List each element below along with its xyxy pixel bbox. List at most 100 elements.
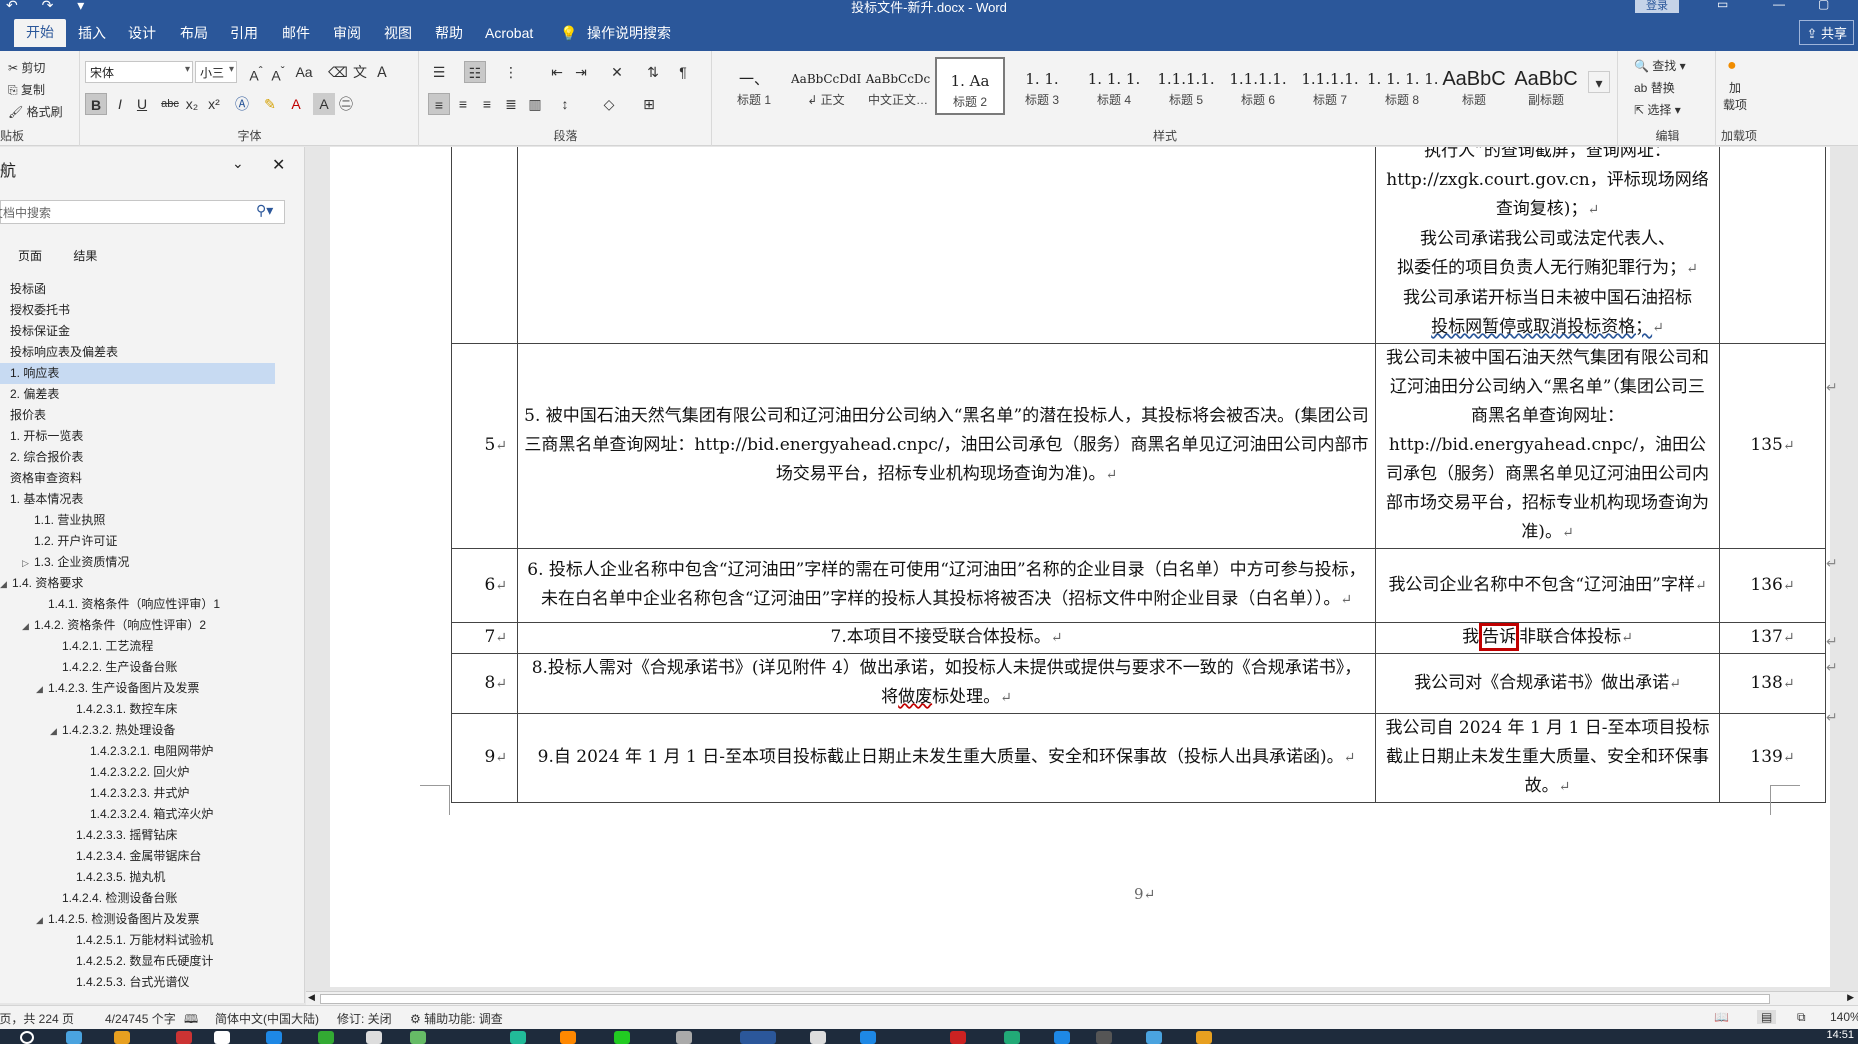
font-name-combo[interactable]: 宋体: [85, 61, 193, 83]
tab-design[interactable]: 设计: [128, 23, 156, 51]
row-number[interactable]: 5↵: [451, 343, 518, 549]
underline-icon[interactable]: U: [131, 93, 153, 115]
response-cell[interactable]: 我告诉 非联合体投标↵: [1375, 622, 1720, 654]
replace-button[interactable]: ab 替换: [1634, 79, 1675, 96]
app-icon[interactable]: [366, 1031, 382, 1044]
increase-indent-icon[interactable]: ⇥: [570, 61, 592, 83]
expand-toggle-icon[interactable]: ◢: [22, 616, 34, 636]
find-button[interactable]: 🔍 查找 ▾: [1634, 57, 1686, 74]
copy-button[interactable]: ⎘ 复制: [8, 81, 45, 98]
borders-icon[interactable]: ⊞: [638, 93, 660, 115]
styles-more-icon[interactable]: ▾: [1588, 71, 1610, 93]
strikethrough-icon[interactable]: abc: [159, 93, 181, 115]
format-painter-button[interactable]: 🖌 格式刷: [8, 103, 63, 120]
style-item[interactable]: AaBbC 标题: [1439, 57, 1509, 115]
app-icon[interactable]: [810, 1031, 826, 1044]
nav-heading-item[interactable]: 1.4.2.5.1. 万能材料试验机: [0, 930, 275, 951]
page-count[interactable]: 第 9 页，共 224 页: [0, 1010, 74, 1027]
nav-heading-item[interactable]: 1.4.2.3.2.3. 井式炉: [0, 783, 275, 804]
nav-heading-item[interactable]: ◢ 1.4.2.3.2. 热处理设备: [0, 720, 275, 741]
line-spacing-icon[interactable]: ↕: [554, 93, 576, 115]
align-right-icon[interactable]: ≡: [476, 93, 498, 115]
nav-heading-item[interactable]: ◢ 1.4. 资格要求: [0, 573, 275, 594]
nav-heading-item[interactable]: 1. 开标一览表: [0, 426, 275, 447]
zoom-level[interactable]: 140%: [1830, 1010, 1858, 1024]
distributed-icon[interactable]: ▥: [524, 93, 546, 115]
row-number[interactable]: 9↵: [451, 713, 518, 803]
nav-heading-item[interactable]: 1.4.2.3.3. 摇臂钻床: [0, 825, 275, 846]
style-item[interactable]: 1.1.1.1. 标题 5: [1151, 57, 1221, 115]
nav-heading-item[interactable]: ◢ 1.4.2. 资格条件（响应性评审）2: [0, 615, 275, 636]
row-number[interactable]: 7↵: [451, 622, 518, 654]
scroll-left-icon[interactable]: ◀: [308, 992, 315, 1003]
app-icon[interactable]: [410, 1031, 426, 1044]
horizontal-scrollbar[interactable]: ◀ ▶: [306, 991, 1858, 1005]
document-page[interactable]: “中国执行信息公开网”关于“失信被执行人”的查询截屏，查询网址：http://z…: [330, 147, 1838, 987]
requirement-cell[interactable]: 6. 投标人企业名称中包含“辽河油田”字样的需在可使用“辽河油田”名称的企业目录…: [517, 548, 1376, 623]
clear-format-icon[interactable]: ⌫: [327, 61, 349, 83]
search-icon[interactable]: ⚲▾: [256, 202, 273, 219]
shrink-font-icon[interactable]: Aˇ: [267, 61, 289, 84]
highlight-icon[interactable]: ✎: [259, 93, 281, 115]
subscript-icon[interactable]: x₂: [181, 93, 203, 115]
nav-heading-item[interactable]: 1.4.2.3.1. 数控车床: [0, 699, 275, 720]
numbering-icon[interactable]: ☷: [464, 61, 486, 83]
nav-search-input[interactable]: 在文档中搜索: [0, 200, 285, 224]
read-mode-icon[interactable]: 📖: [1714, 1010, 1729, 1024]
maximize-icon[interactable]: ▢: [1818, 0, 1829, 11]
decrease-indent-icon[interactable]: ⇤: [546, 61, 568, 83]
app-icon[interactable]: [950, 1031, 966, 1044]
font-color-icon[interactable]: A: [285, 93, 307, 115]
nav-heading-item[interactable]: 1.4.2.3.2.1. 电阻网带炉: [0, 741, 275, 762]
app-icon[interactable]: [560, 1031, 576, 1044]
app-icon[interactable]: [860, 1031, 876, 1044]
phonetic-guide-icon[interactable]: 文: [349, 61, 371, 83]
style-item[interactable]: AaBbC 副标题: [1511, 57, 1581, 115]
tab-mailings[interactable]: 邮件: [282, 23, 310, 51]
style-item[interactable]: AaBbCcDc 中文正文…: [863, 57, 933, 115]
expand-toggle-icon[interactable]: ▷: [22, 553, 34, 573]
superscript-icon[interactable]: x²: [203, 93, 225, 115]
search-icon[interactable]: [20, 1031, 34, 1044]
nav-heading-item[interactable]: 1.2. 开户许可证: [0, 531, 275, 552]
shading-icon[interactable]: ◇: [598, 93, 620, 115]
requirement-cell[interactable]: 8.投标人需对《合规承诺书》(详见附件 4）做出承诺，如投标人未提供或提供与要求…: [517, 653, 1376, 714]
align-center-icon[interactable]: ≡: [452, 93, 474, 115]
row-number[interactable]: 8↵: [451, 653, 518, 714]
style-item[interactable]: 一、 标题 1: [719, 57, 789, 115]
nav-heading-item[interactable]: 1.4.1. 资格条件（响应性评审）1: [0, 594, 275, 615]
style-item[interactable]: 1.1.1.1. 标题 6: [1223, 57, 1293, 115]
response-cell[interactable]: 我公司自 2024 年 1 月 1 日-至本项目投标截止日期止未发生重大质量、安…: [1375, 713, 1720, 803]
enclose-char-icon[interactable]: ㊁: [335, 93, 357, 115]
folder-icon[interactable]: [1196, 1031, 1212, 1044]
app-icon[interactable]: [266, 1031, 282, 1044]
expand-toggle-icon[interactable]: ◢: [0, 574, 12, 594]
style-item[interactable]: 1. Aa 标题 2: [935, 57, 1005, 115]
show-marks-icon[interactable]: ¶: [672, 61, 694, 83]
nav-heading-item[interactable]: 1.4.2.3.2.4. 箱式淬火炉: [0, 804, 275, 825]
table-cell[interactable]: “中国执行信息公开网”关于“失信被执行人”的查询截屏，查询网址：http://z…: [1375, 147, 1720, 344]
nav-heading-item[interactable]: 2. 综合报价表: [0, 447, 275, 468]
italic-icon[interactable]: I: [109, 93, 131, 115]
text-effects-icon[interactable]: Ⓐ: [231, 93, 253, 115]
style-item[interactable]: AaBbCcDdI ↲ 正文: [791, 57, 861, 115]
nav-heading-item[interactable]: 资格审查资料: [0, 468, 275, 489]
response-cell[interactable]: 我公司未被中国石油天然气集团有限公司和辽河油田分公司纳入“黑名单”（集团公司三商…: [1375, 343, 1720, 549]
style-item[interactable]: 1. 1. 1. 标题 4: [1079, 57, 1149, 115]
app-icon[interactable]: [1054, 1031, 1070, 1044]
app-icon[interactable]: [318, 1031, 334, 1044]
app-icon[interactable]: [676, 1031, 692, 1044]
app-icon[interactable]: [1004, 1031, 1020, 1044]
style-item[interactable]: 1. 1. 标题 3: [1007, 57, 1077, 115]
char-shading-icon[interactable]: A: [313, 93, 335, 115]
nav-heading-item[interactable]: 投标保证金: [0, 321, 275, 342]
char-border-icon[interactable]: Ａ: [371, 61, 393, 83]
grow-font-icon[interactable]: Aˆ: [245, 61, 267, 84]
nav-heading-item[interactable]: 1.4.2.3.5. 抛丸机: [0, 867, 275, 888]
folder-icon[interactable]: [114, 1031, 130, 1044]
page-ref-cell[interactable]: 136↵: [1719, 548, 1826, 623]
nav-heading-item[interactable]: 投标响应表及偏差表: [0, 342, 275, 363]
tab-home[interactable]: 开始: [14, 19, 66, 47]
nav-heading-item[interactable]: 1. 响应表: [0, 363, 275, 384]
tell-me-search[interactable]: 操作说明搜索: [587, 23, 671, 51]
